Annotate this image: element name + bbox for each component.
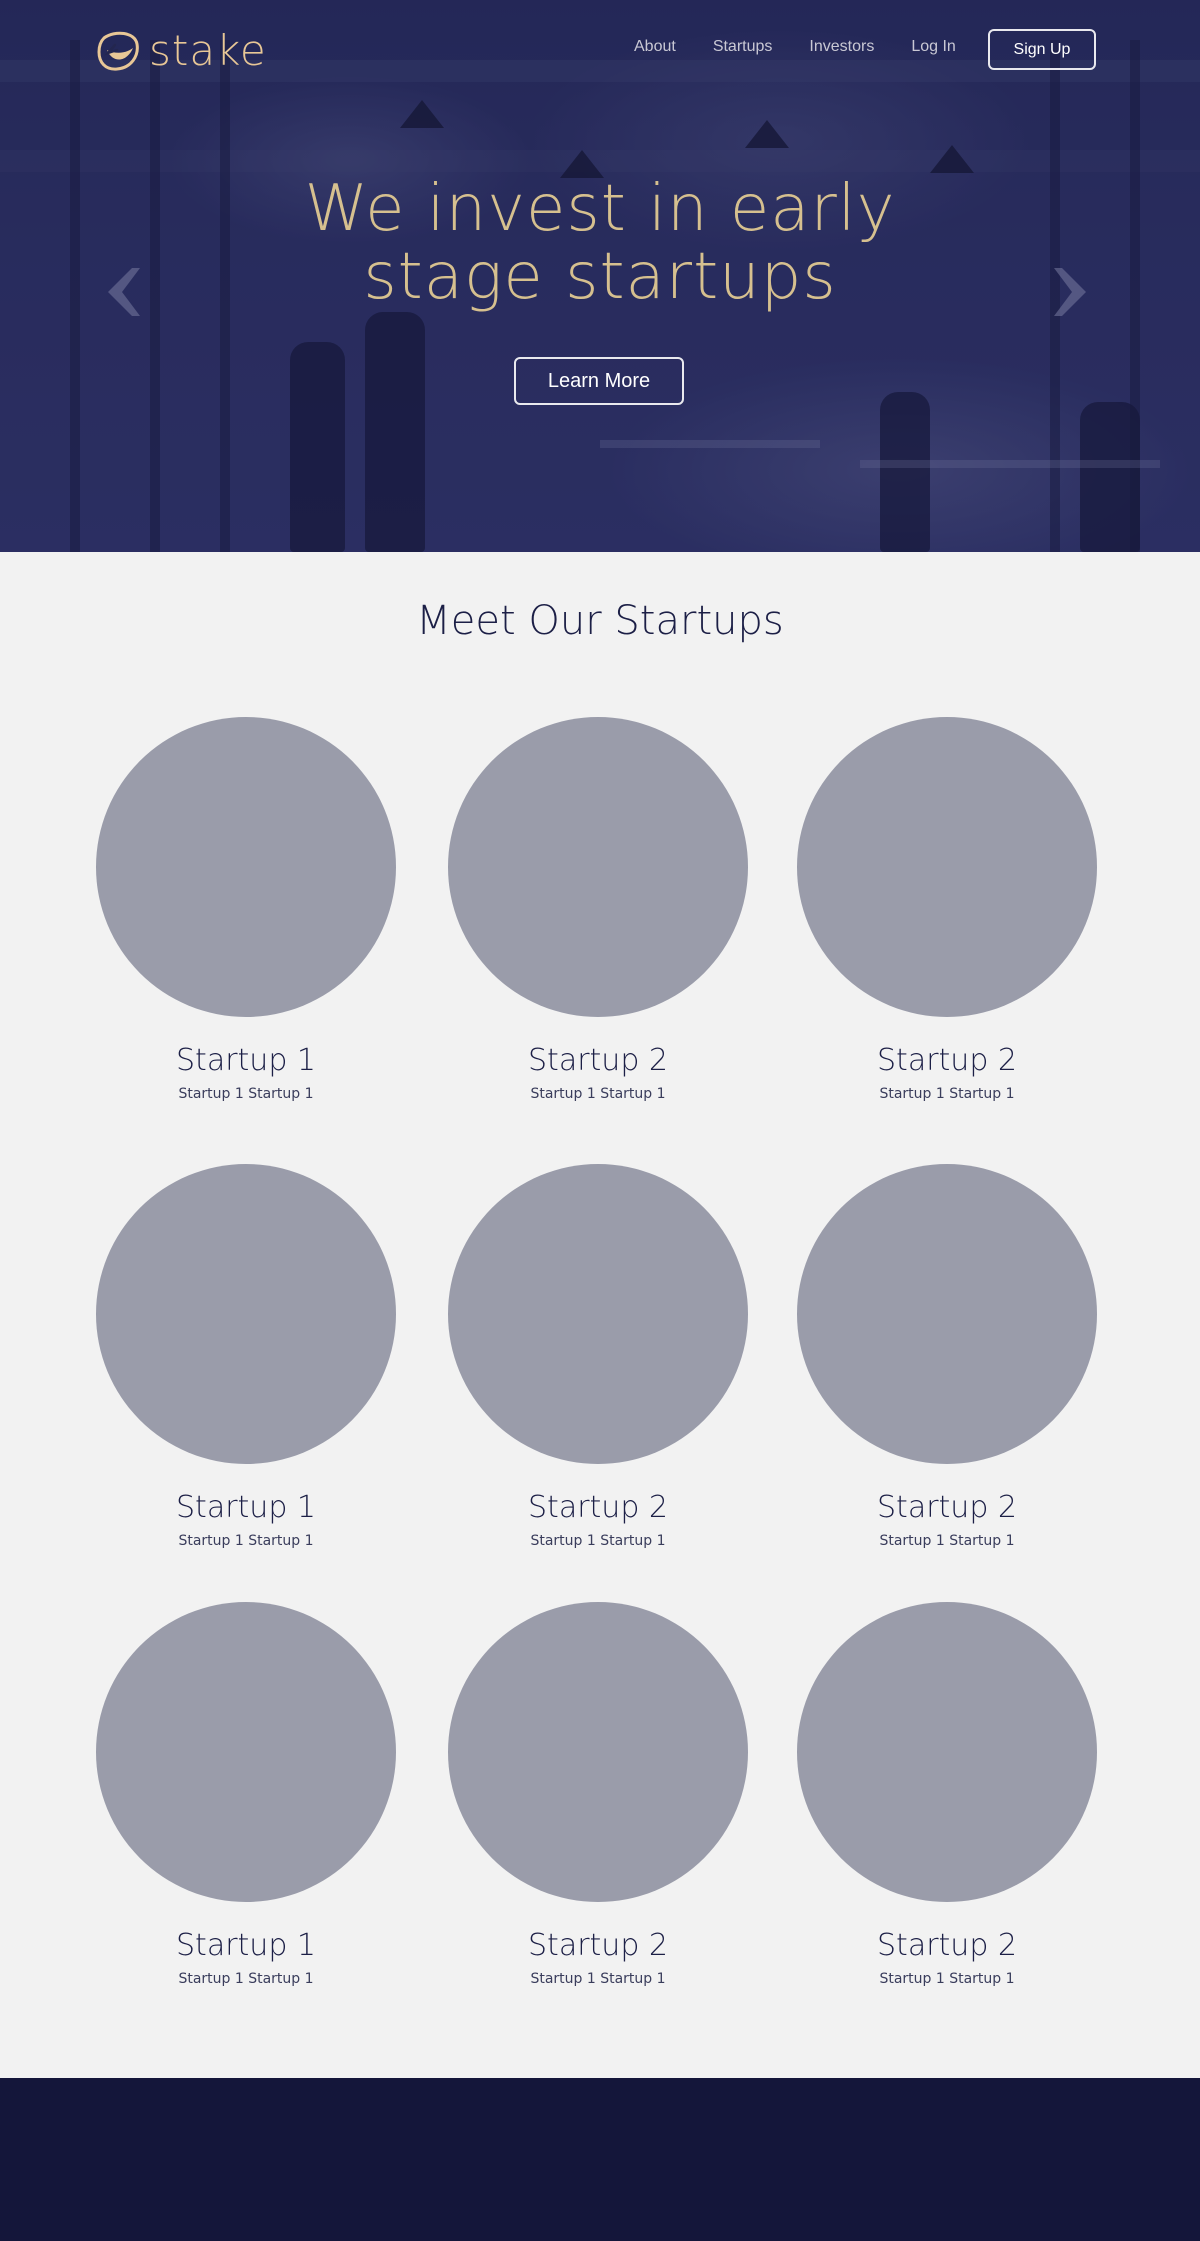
startup-card[interactable]: Startup 2 Startup 1 Startup 1	[448, 1164, 748, 1549]
startup-card[interactable]: Startup 2 Startup 1 Startup 1	[797, 1602, 1097, 1987]
startup-description: Startup 1 Startup 1	[879, 1086, 1015, 1102]
startup-card[interactable]: Startup 2 Startup 1 Startup 1	[797, 1164, 1097, 1549]
startup-description: Startup 1 Startup 1	[178, 1533, 314, 1549]
hero-title-line-1: We invest in early	[304, 172, 896, 246]
startup-name: Startup 2	[877, 1490, 1017, 1525]
brand-name: stake	[149, 26, 267, 75]
nav-link-login[interactable]: Log In	[911, 38, 955, 56]
hero-section: stake About Startups Investors Log In Si…	[0, 0, 1200, 552]
startup-image-placeholder[interactable]	[96, 1602, 396, 1902]
footer	[0, 2078, 1200, 2241]
hero-title-line-2: stage startups	[363, 240, 837, 314]
startup-name: Startup 2	[877, 1928, 1017, 1963]
learn-more-button[interactable]: Learn More	[514, 357, 684, 405]
startup-name: Startup 2	[877, 1043, 1017, 1078]
nav-link-startups[interactable]: Startups	[713, 38, 773, 56]
startup-card[interactable]: Startup 1 Startup 1 Startup 1	[96, 717, 396, 1102]
startup-card[interactable]: Startup 1 Startup 1 Startup 1	[96, 1602, 396, 1987]
startup-card[interactable]: Startup 1 Startup 1 Startup 1	[96, 1164, 396, 1549]
startup-card[interactable]: Startup 2 Startup 1 Startup 1	[448, 717, 748, 1102]
startup-card[interactable]: Startup 2 Startup 1 Startup 1	[797, 717, 1097, 1102]
startup-description: Startup 1 Startup 1	[530, 1086, 666, 1102]
startup-name: Startup 1	[176, 1490, 316, 1525]
startup-name: Startup 2	[528, 1490, 668, 1525]
startup-image-placeholder[interactable]	[448, 1602, 748, 1902]
startup-description: Startup 1 Startup 1	[178, 1086, 314, 1102]
startup-card[interactable]: Startup 2 Startup 1 Startup 1	[448, 1602, 748, 1987]
startup-description: Startup 1 Startup 1	[530, 1971, 666, 1987]
startups-section: Meet Our Startups Startup 1 Startup 1 St…	[0, 552, 1200, 2078]
startup-image-placeholder[interactable]	[797, 1602, 1097, 1902]
stake-logo-icon	[97, 31, 139, 71]
startup-name: Startup 2	[528, 1043, 668, 1078]
startup-image-placeholder[interactable]	[797, 1164, 1097, 1464]
startup-name: Startup 1	[176, 1043, 316, 1078]
startup-description: Startup 1 Startup 1	[530, 1533, 666, 1549]
startup-name: Startup 2	[528, 1928, 668, 1963]
startup-description: Startup 1 Startup 1	[879, 1533, 1015, 1549]
signup-button[interactable]: Sign Up	[988, 29, 1096, 70]
hero-title: We invest in early stage startups	[0, 175, 1200, 311]
brand-logo[interactable]: stake	[95, 26, 267, 75]
nav-links: About Startups Investors Log In	[634, 38, 956, 56]
startup-image-placeholder[interactable]	[96, 1164, 396, 1464]
startup-description: Startup 1 Startup 1	[879, 1971, 1015, 1987]
nav-link-investors[interactable]: Investors	[809, 38, 874, 56]
section-title: Meet Our Startups	[416, 598, 784, 644]
startup-image-placeholder[interactable]	[96, 717, 396, 1017]
startup-image-placeholder[interactable]	[448, 717, 748, 1017]
top-navigation: stake About Startups Investors Log In Si…	[0, 0, 1200, 100]
startup-image-placeholder[interactable]	[797, 717, 1097, 1017]
startup-description: Startup 1 Startup 1	[178, 1971, 314, 1987]
startup-name: Startup 1	[176, 1928, 316, 1963]
nav-link-about[interactable]: About	[634, 38, 676, 56]
startup-image-placeholder[interactable]	[448, 1164, 748, 1464]
